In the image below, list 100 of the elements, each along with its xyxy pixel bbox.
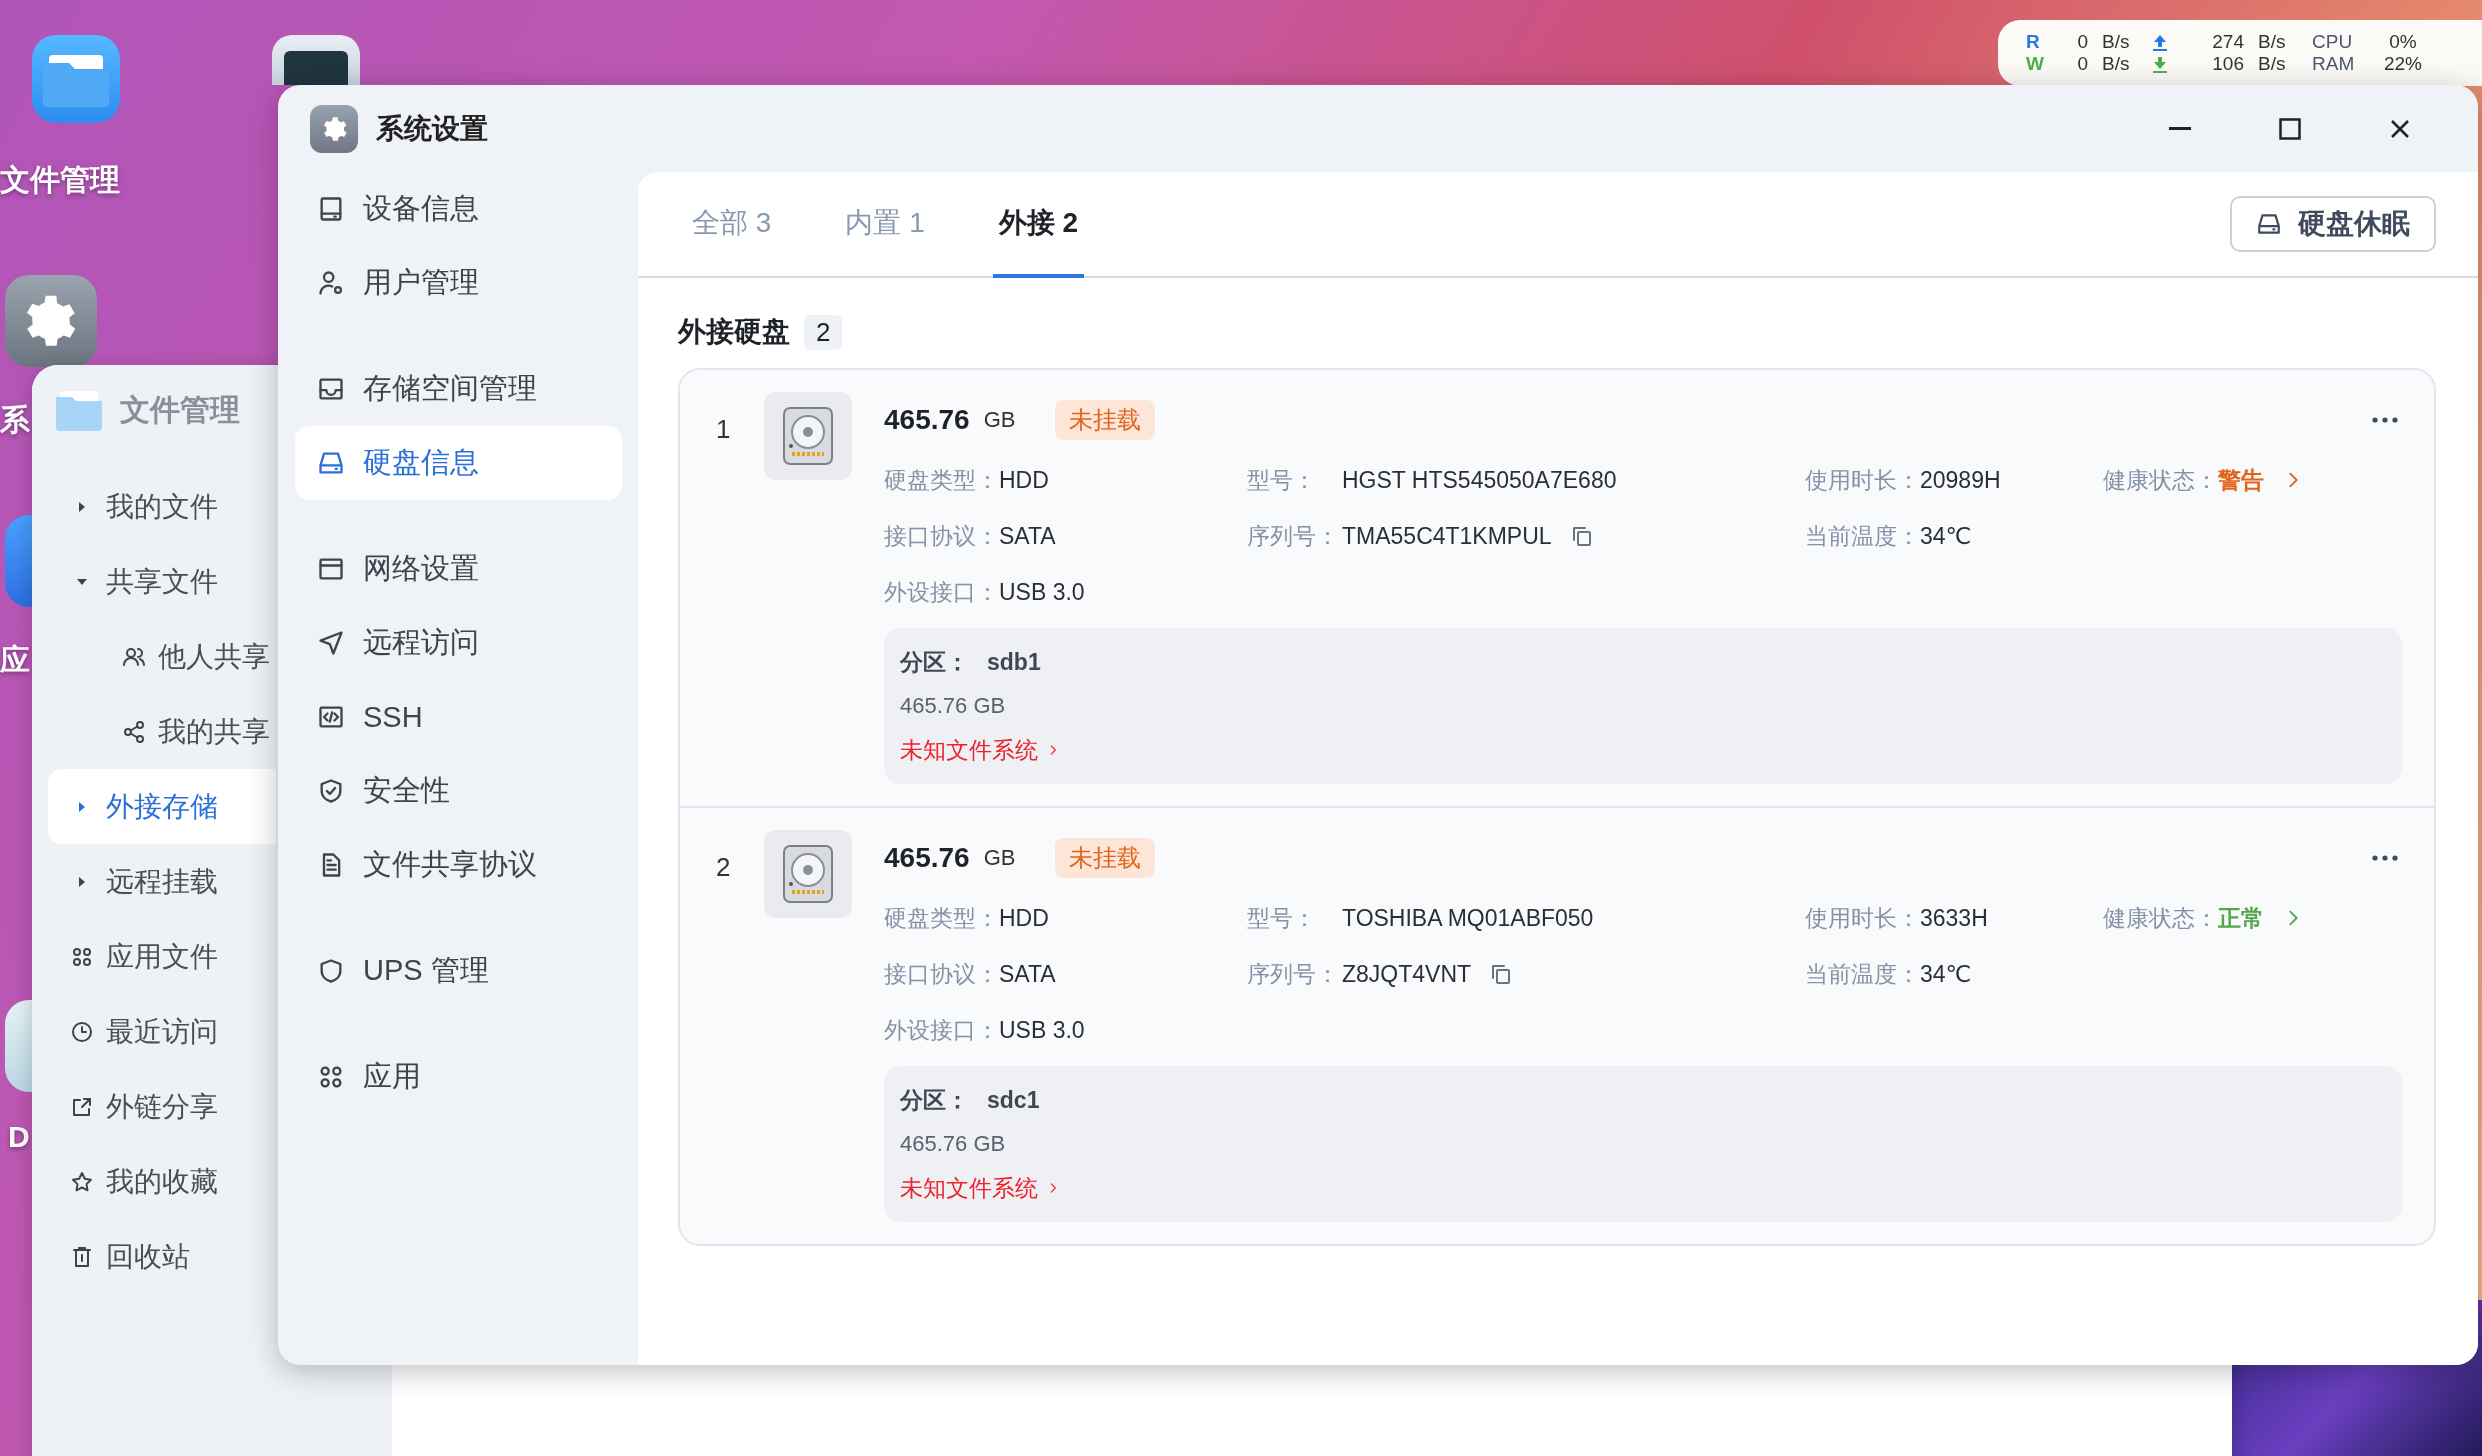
field-value: 3633H: [1920, 904, 1988, 932]
send-icon: [317, 629, 345, 657]
nav-item[interactable]: 我的收藏: [48, 1144, 276, 1219]
field-label: 当前温度：: [1805, 959, 1920, 989]
nav-item[interactable]: 我的文件: [48, 469, 276, 544]
minimize-icon: [2169, 126, 2191, 131]
partition-name: sdc1: [987, 1086, 1040, 1114]
field-label: 序列号：: [1247, 521, 1340, 551]
app-tile[interactable]: [272, 35, 360, 85]
count-badge: 2: [804, 314, 843, 350]
network-speed: 106: [2211, 53, 2245, 75]
partition-label: 分区：: [900, 647, 969, 677]
nav-item[interactable]: 外链分享: [48, 1069, 276, 1144]
unit-label: B/s: [2258, 53, 2287, 75]
field-value: TOSHIBA MQ01ABF050: [1342, 904, 1594, 932]
sidebar-item[interactable]: UPS 管理: [295, 934, 622, 1008]
unit-label: B/s: [2258, 31, 2287, 53]
app-label: 文件管理: [0, 162, 120, 198]
sleep-button[interactable]: 硬盘休眠: [2230, 196, 2436, 252]
more-icon: [2372, 417, 2398, 423]
disk-speed: 0: [2076, 53, 2089, 75]
user-gear-icon: [317, 269, 345, 297]
field-label: 当前温度：: [1805, 521, 1920, 551]
disk-label: W: [2026, 53, 2045, 75]
app-tile[interactable]: [5, 515, 32, 607]
app-tile[interactable]: [32, 35, 120, 123]
field-label: 硬盘类型：: [884, 903, 999, 933]
sidebar-item[interactable]: 文件共享协议: [295, 828, 622, 902]
nav-item[interactable]: 远程挂载: [48, 844, 276, 919]
window-title: 系统设置: [376, 111, 489, 146]
field-value: HDD: [999, 904, 1049, 932]
upload-icon: [2152, 33, 2168, 51]
app-tile[interactable]: [5, 1000, 32, 1092]
sidebar-item[interactable]: 用户管理: [295, 246, 622, 320]
field-value: 20989H: [1920, 466, 2001, 494]
download-icon: [2152, 55, 2168, 73]
network-speed: 274: [2211, 31, 2245, 53]
field-label: 外设接口：: [884, 577, 999, 607]
disk-speed: 0: [2076, 31, 2089, 53]
field-label: 型号：: [1247, 903, 1317, 933]
sidebar-item[interactable]: 网络设置: [295, 532, 622, 606]
settings-app-icon: [310, 104, 358, 153]
nav-item[interactable]: 外接存储: [48, 769, 276, 844]
section-title: 外接硬盘: [678, 315, 790, 349]
field-label: 硬盘类型：: [884, 465, 999, 495]
sidebar-item[interactable]: SSH: [295, 680, 622, 754]
nav-item[interactable]: 最近访问: [48, 994, 276, 1069]
field-value: Z8JQT4VNT: [1342, 960, 1472, 988]
nav-item[interactable]: 回收站: [48, 1219, 276, 1294]
field-value: 34℃: [1920, 960, 1972, 988]
field-value: HGST HTS545050A7E680: [1342, 466, 1617, 494]
nav-item[interactable]: 我的共享: [48, 694, 276, 769]
field-label: 接口协议：: [884, 959, 999, 989]
close-icon: [2390, 118, 2410, 139]
disk-index: 2: [716, 851, 732, 884]
sidebar-item[interactable]: 应用: [295, 1040, 622, 1114]
field-label: 接口协议：: [884, 521, 999, 551]
app-label: D: [8, 1120, 30, 1154]
partition-name: sdb1: [987, 648, 1041, 676]
sidebar-item[interactable]: 安全性: [295, 754, 622, 828]
metric-label: RAM: [2312, 53, 2356, 75]
metric-value: 0%: [2388, 31, 2418, 53]
field-value: 正常: [2218, 903, 2264, 933]
metric-value: 22%: [2383, 53, 2423, 75]
field-value: 34℃: [1920, 522, 1972, 550]
maximize-icon: [2279, 117, 2301, 140]
app-tile[interactable]: [5, 275, 97, 367]
sidebar-item[interactable]: 存储空间管理: [295, 352, 622, 426]
hard-drive-icon: [2256, 211, 2282, 237]
unit-label: B/s: [2102, 53, 2131, 75]
nav-item[interactable]: 应用文件: [48, 919, 276, 994]
sidebar-item[interactable]: 设备信息: [295, 172, 622, 246]
app-label: 应: [0, 642, 30, 678]
disk-size: 465.76: [884, 842, 970, 874]
field-value: SATA: [999, 522, 1056, 550]
size-unit: GB: [983, 407, 1016, 433]
more-icon: [2372, 855, 2398, 861]
field-value: USB 3.0: [999, 1016, 1085, 1044]
field-label: 序列号：: [1247, 959, 1340, 989]
app-label: 系: [0, 402, 30, 438]
folder-icon: [56, 389, 102, 431]
sidebar-item[interactable]: 硬盘信息: [295, 426, 622, 500]
nav-item[interactable]: 共享文件: [48, 544, 276, 619]
field-label: 使用时长：: [1805, 465, 1920, 495]
disk-size: 465.76: [884, 404, 970, 436]
tab[interactable]: 外接 2: [992, 172, 1085, 278]
nav-item[interactable]: 他人共享: [48, 619, 276, 694]
field-label: 健康状态：: [2103, 903, 2218, 933]
disk-index: 1: [716, 413, 732, 446]
partition-size: 465.76 GB: [900, 1131, 1006, 1157]
size-unit: GB: [983, 845, 1016, 871]
filesystem-link[interactable]: 未知文件系统: [900, 1172, 1060, 1204]
partition-label: 分区：: [900, 1085, 969, 1115]
field-value: USB 3.0: [999, 578, 1085, 606]
sidebar-item[interactable]: 远程访问: [295, 606, 622, 680]
field-label: 型号：: [1247, 465, 1317, 495]
field-value: 警告: [2218, 465, 2264, 495]
field-value: TMA55C4T1KMPUL: [1342, 522, 1552, 550]
window-title: 文件管理: [120, 391, 240, 428]
filesystem-link[interactable]: 未知文件系统: [900, 734, 1060, 766]
